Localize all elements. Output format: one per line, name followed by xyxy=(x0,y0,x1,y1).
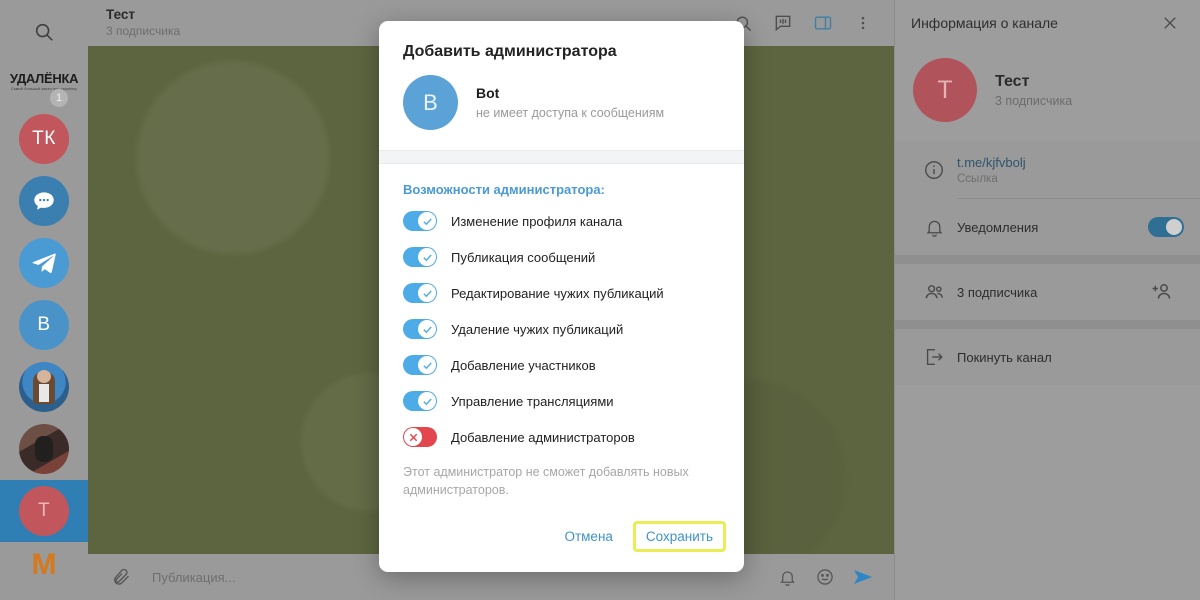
telegram-plane-icon xyxy=(30,249,58,277)
list-item-link[interactable]: t.me/kjfvbolj Ссылка xyxy=(895,142,1200,198)
bell-icon[interactable] xyxy=(770,560,804,594)
udalenka-logo: УДАЛЁНКА Самый большой канал про удалёнк… xyxy=(8,61,80,107)
dialog-user-status: не имеет доступа к сообщениям xyxy=(476,106,665,120)
permission-toggle[interactable] xyxy=(403,391,437,411)
bell-icon xyxy=(911,217,957,238)
permission-label: Публикация сообщений xyxy=(451,249,596,265)
channel-info-header: Информация о канале xyxy=(895,0,1200,46)
leave-icon xyxy=(911,346,957,368)
channel-names: Тест 3 подписчика xyxy=(995,73,1072,108)
chat-bubble-icon xyxy=(31,188,57,214)
avatar xyxy=(19,238,69,288)
close-icon[interactable] xyxy=(1156,9,1184,37)
channel-info-list: t.me/kjfvbolj Ссылка Уведомления 3 подпи… xyxy=(895,142,1200,385)
permission-row[interactable]: Управление трансляциями xyxy=(403,391,720,411)
udalenka-logo-word: УДАЛЁНКА xyxy=(9,71,79,86)
subscribers-label: 3 подписчика xyxy=(957,284,1038,300)
page-title: Тест xyxy=(106,6,136,22)
permission-toggle[interactable] xyxy=(403,283,437,303)
sidebar-item-photo-1[interactable] xyxy=(0,356,88,418)
permission-toggle[interactable] xyxy=(403,355,437,375)
info-icon xyxy=(911,159,957,181)
leave-channel-label: Покинуть канал xyxy=(957,349,1052,365)
avatar: Т xyxy=(913,58,977,122)
permission-toggle[interactable] xyxy=(403,427,437,447)
sidebar-item-chat[interactable] xyxy=(0,170,88,232)
permission-toggle[interactable] xyxy=(403,211,437,231)
save-button[interactable]: Сохранить xyxy=(632,521,726,552)
avatar: ТК xyxy=(19,114,69,164)
permission-label: Удаление чужих публикаций xyxy=(451,321,624,337)
members-icon xyxy=(911,281,957,304)
permission-label: Добавление администраторов xyxy=(451,429,635,445)
permission-label: Управление трансляциями xyxy=(451,393,614,409)
sidebar-item-udalenka[interactable]: УДАЛЁНКА Самый большой канал про удалёнк… xyxy=(0,54,88,108)
channel-info-panel: Информация о канале Т Тест 3 подписчика xyxy=(894,0,1200,600)
permission-toggle[interactable] xyxy=(403,319,437,339)
list-item-leave-channel[interactable]: Покинуть канал xyxy=(895,329,1200,385)
sidebar-item-test[interactable]: Т xyxy=(0,480,88,542)
permissions-section: Возможности администратора: Изменение пр… xyxy=(379,164,744,521)
channel-name: Тест xyxy=(995,72,1030,90)
permission-row[interactable]: Редактирование чужих публикаций xyxy=(403,283,720,303)
list-item-subscribers[interactable]: 3 подписчика xyxy=(895,264,1200,320)
chat-subtitle: 3 подписчика xyxy=(106,23,181,38)
section-gap xyxy=(895,320,1200,329)
paperclip-icon[interactable] xyxy=(104,560,138,594)
channel-subscribers: 3 подписчика xyxy=(995,93,1073,108)
search-icon[interactable] xyxy=(22,10,66,54)
permission-row[interactable]: Удаление чужих публикаций xyxy=(403,319,720,339)
list-item-notifications[interactable]: Уведомления xyxy=(895,199,1200,255)
notifications-toggle[interactable] xyxy=(1148,217,1184,237)
channel-link-caption: Ссылка xyxy=(957,173,998,185)
dialog-title: Добавить администратора xyxy=(403,43,617,60)
sidebar-item-telegram[interactable] xyxy=(0,232,88,294)
dialog-actions: Отмена Сохранить xyxy=(379,521,744,572)
chat-list-rail[interactable]: УДАЛЁНКА Самый большой канал про удалёнк… xyxy=(0,0,88,600)
permissions-title: Возможности администратора: xyxy=(403,182,605,197)
chat-header-titles: Тест 3 подписчика xyxy=(106,7,180,39)
add-user-icon[interactable] xyxy=(1138,280,1184,304)
permission-row[interactable]: Добавление участников xyxy=(403,355,720,375)
permission-label: Редактирование чужих публикаций xyxy=(451,285,664,301)
sidebar-item-tk[interactable]: ТК xyxy=(0,108,88,170)
add-admin-dialog: Добавить администратора B Bot не имеет д… xyxy=(379,21,744,572)
avatar xyxy=(19,424,69,474)
channel-link[interactable]: t.me/kjfvbolj xyxy=(957,155,1184,170)
notifications-label: Уведомления xyxy=(957,219,1039,235)
link-texts: t.me/kjfvbolj Ссылка xyxy=(957,155,1184,185)
avatar: В xyxy=(19,300,69,350)
avatar: B xyxy=(403,75,458,130)
section-gap xyxy=(895,255,1200,264)
emoji-icon[interactable] xyxy=(808,560,842,594)
send-icon[interactable] xyxy=(846,560,880,594)
dialog-user: B Bot не имеет доступа к сообщениям xyxy=(379,61,744,150)
avatar: Т xyxy=(19,486,69,536)
dialog-user-name: Bot xyxy=(476,85,500,101)
permission-row[interactable]: Публикация сообщений xyxy=(403,247,720,267)
permission-label: Изменение профиля канала xyxy=(451,213,623,229)
avatar: M xyxy=(31,548,57,581)
channel-info-title: Информация о канале xyxy=(911,15,1058,31)
permission-note: Этот администратор не сможет добавлять н… xyxy=(403,465,689,498)
channel-profile: Т Тест 3 подписчика xyxy=(895,46,1200,142)
sidebar-item-photo-2[interactable] xyxy=(0,418,88,480)
divider xyxy=(379,150,744,164)
sidebar-item-v[interactable]: В xyxy=(0,294,88,356)
udalenka-logo-sub: Самый большой канал про удалёнку xyxy=(10,87,78,91)
permission-row[interactable]: Изменение профиля канала xyxy=(403,211,720,231)
permission-label: Добавление участников xyxy=(451,357,596,373)
more-vertical-icon[interactable] xyxy=(846,6,880,40)
right-panel-icon[interactable] xyxy=(806,6,840,40)
avatar xyxy=(19,176,69,226)
comments-icon[interactable] xyxy=(766,6,800,40)
avatar xyxy=(19,362,69,412)
unread-badge: 1 xyxy=(50,89,68,107)
dialog-user-texts: Bot не имеет доступа к сообщениям xyxy=(476,85,664,120)
sidebar-item-m[interactable]: M xyxy=(0,542,88,588)
permission-toggle[interactable] xyxy=(403,247,437,267)
permission-row[interactable]: Добавление администраторов xyxy=(403,427,720,447)
cancel-button[interactable]: Отмена xyxy=(554,521,622,552)
